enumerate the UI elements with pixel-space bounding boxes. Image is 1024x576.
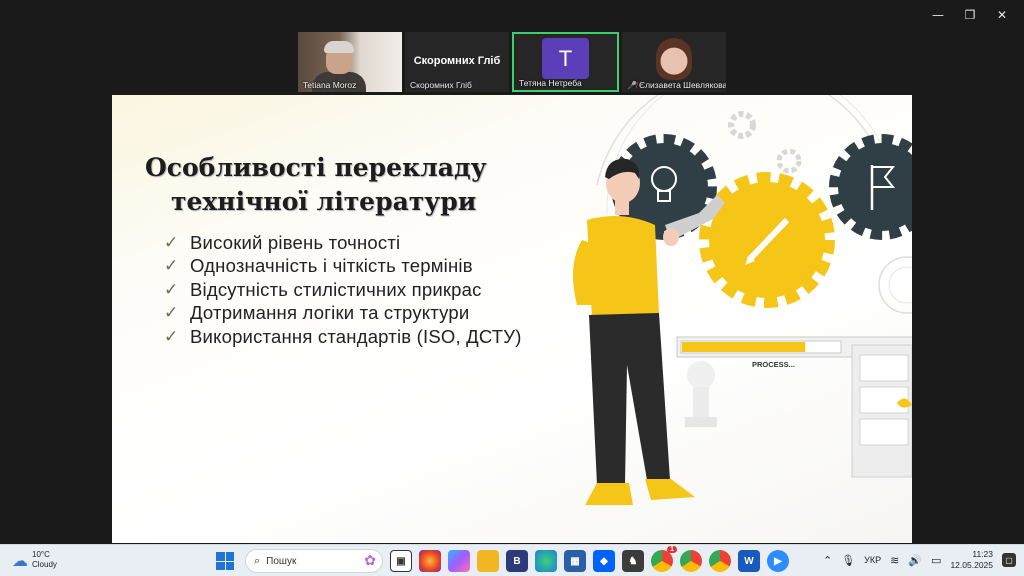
gears-illustration: PROCESS... [573, 95, 912, 505]
pencil-gear-icon [699, 172, 835, 308]
restore-button[interactable]: ❐ [954, 6, 986, 24]
weather-widget[interactable]: ☁ 10°C Cloudy [12, 550, 57, 570]
close-button[interactable]: ✕ [986, 6, 1018, 24]
file-explorer-icon[interactable] [477, 550, 499, 572]
taskbar: ☁ 10°C Cloudy ⌕ Пошук ✿ ▣ B ▦ ◆ ♞ 1 W ▶ … [0, 544, 1024, 576]
firefox-icon[interactable] [419, 550, 441, 572]
task-view-icon[interactable]: ▣ [390, 550, 412, 572]
flower-icon: ✿ [364, 553, 376, 569]
mic-muted-icon: 🎤̸ [627, 81, 637, 90]
b-app-icon[interactable]: B [506, 550, 528, 572]
participant-tile[interactable]: Скоромних Гліб Скоромних Гліб [405, 32, 509, 92]
participant-name: Tetiana Moroz [303, 80, 357, 90]
search-placeholder: Пошук [266, 555, 297, 567]
small-gear-icon [776, 148, 802, 174]
flag-gear-icon [829, 134, 912, 240]
time: 11:23 [972, 549, 993, 559]
search-input[interactable]: ⌕ Пошук ✿ [245, 549, 383, 573]
participant-name: Тетяна Нетреба [519, 78, 582, 88]
chevron-up-icon[interactable]: ⌃ [823, 554, 832, 567]
zoom-icon[interactable]: ▶ [767, 550, 789, 572]
check-icon: ✓ [164, 303, 179, 324]
date: 12.05.2025 [950, 560, 993, 570]
chrome-icon[interactable] [709, 550, 731, 572]
check-icon: ✓ [164, 279, 179, 300]
taskbar-apps: ⌕ Пошук ✿ ▣ B ▦ ◆ ♞ 1 W ▶ [216, 546, 789, 573]
chrome-icon[interactable] [680, 550, 702, 572]
list-item: ✓ Відсутність стилістичних прикрас [164, 278, 482, 300]
check-icon: ✓ [164, 256, 179, 277]
edge-icon[interactable] [535, 550, 557, 572]
windows-start-icon[interactable] [216, 552, 234, 570]
battery-icon[interactable]: ▭ [931, 554, 941, 567]
participant-tile[interactable]: Tetiana Moroz [298, 32, 402, 92]
system-tray: ⌃ 🎙 УКР ≋ 🔊 ▭ 11:23 12.05.2025 ▢ [823, 549, 1016, 571]
process-label: PROCESS... [752, 360, 795, 369]
participant-tile[interactable]: 🎤̸ Єлизавета Шевлякова [622, 32, 726, 92]
notification-badge: 1 [667, 546, 677, 553]
meeting-window: — ❐ ✕ Tetiana Moroz Скоромних Гліб Скоро… [0, 0, 1024, 544]
participant-tile-active-speaker[interactable]: T Тетяна Нетреба [512, 32, 619, 92]
language-indicator[interactable]: УКР [864, 555, 881, 565]
avatar: T [542, 38, 589, 79]
chrome-icon[interactable]: 1 [651, 546, 677, 572]
dropbox-icon[interactable]: ◆ [593, 550, 615, 572]
store-icon[interactable]: ▦ [564, 550, 586, 572]
wifi-icon[interactable]: ≋ [890, 554, 899, 567]
word-icon[interactable]: W [738, 550, 760, 572]
copilot-icon[interactable] [448, 550, 470, 572]
microphone-icon[interactable]: 🎙 [841, 554, 855, 567]
small-gear-icon [728, 111, 756, 139]
weather-desc: Cloudy [32, 560, 57, 569]
list-item: ✓ Використання стандартів (ISO, ДСТУ) [164, 325, 522, 347]
shared-slide: Особливості перекладу технічної літерату… [112, 95, 912, 543]
list-item: ✓ Високий рівень точності [164, 231, 401, 253]
participant-name: Скоромних Гліб [410, 80, 472, 90]
window-controls: — ❐ ✕ [922, 6, 1018, 24]
volume-icon[interactable]: 🔊 [908, 554, 922, 567]
search-icon: ⌕ [254, 554, 261, 567]
participant-strip: Tetiana Moroz Скоромних Гліб Скоромних Г… [298, 32, 726, 92]
participant-display-name: Скоромних Гліб [413, 55, 501, 67]
check-icon: ✓ [164, 326, 179, 347]
participant-video [656, 38, 692, 80]
list-item: ✓ Однозначність і чіткість термінів [164, 255, 473, 277]
list-item: ✓ Дотримання логіки та структури [164, 302, 470, 324]
check-icon: ✓ [164, 232, 179, 253]
participant-name: Єлизавета Шевлякова [638, 80, 726, 90]
slide-title: Особливості перекладу технічної літерату… [145, 153, 487, 216]
minimize-button[interactable]: — [922, 6, 954, 24]
weather-temp: 10°C [32, 550, 50, 559]
notification-icon[interactable]: ▢ [1002, 553, 1016, 567]
clock[interactable]: 11:23 12.05.2025 [950, 549, 993, 571]
bullet-list: ✓ Високий рівень точності ✓ Однозначність … [164, 231, 522, 349]
chess-icon[interactable]: ♞ [622, 550, 644, 572]
cloud-icon: ☁ [12, 550, 28, 570]
